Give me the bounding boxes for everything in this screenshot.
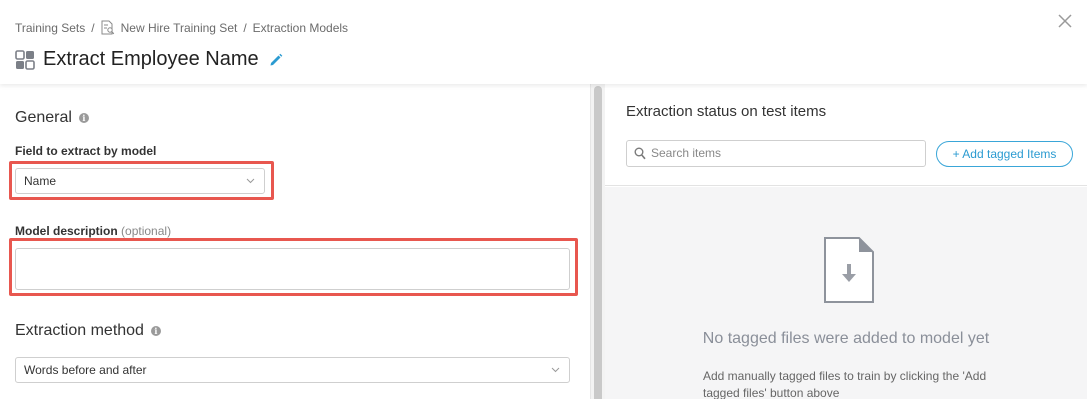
- file-download-icon: [824, 237, 874, 303]
- model-icon: [15, 49, 35, 70]
- search-placeholder: Search items: [651, 146, 722, 160]
- info-icon[interactable]: i: [150, 326, 161, 336]
- empty-state-description: Add manually tagged files to train by cl…: [703, 369, 987, 399]
- field-to-extract-label: Field to extract by model: [15, 144, 157, 158]
- info-icon[interactable]: i: [78, 113, 89, 123]
- close-icon[interactable]: [1057, 13, 1073, 29]
- search-input[interactable]: Search items: [626, 140, 926, 167]
- pencil-icon[interactable]: [268, 52, 284, 68]
- model-description-input[interactable]: [15, 248, 570, 290]
- search-icon: [634, 147, 646, 160]
- extraction-method-value: Words before and after: [24, 363, 147, 377]
- model-description-label-text: Model description: [15, 224, 118, 238]
- scrollbar[interactable]: [590, 84, 605, 399]
- field-select[interactable]: Name: [15, 168, 265, 194]
- breadcrumb-separator: /: [91, 20, 95, 35]
- scrollbar-thumb[interactable]: [594, 86, 602, 399]
- extraction-status-toolbar: Extraction status on test items Search i…: [605, 84, 1087, 186]
- extraction-method-section-title: Extraction method i: [15, 322, 161, 340]
- extraction-method-select[interactable]: Words before and after: [15, 357, 570, 383]
- chevron-down-icon: [551, 367, 560, 373]
- empty-state-title: No tagged files were added to model yet: [702, 330, 990, 347]
- empty-state: No tagged files were added to model yet …: [605, 187, 1087, 399]
- optional-hint: (optional): [121, 224, 172, 238]
- extraction-status-panel: Extraction status on test items Search i…: [605, 84, 1087, 399]
- field-select-value: Name: [24, 174, 57, 188]
- extraction-method-title: Extraction method: [15, 322, 144, 339]
- breadcrumb-separator: /: [243, 20, 247, 35]
- page-header: Training Sets / New Hire Training Set / …: [0, 0, 1087, 84]
- add-tagged-items-button[interactable]: + Add tagged Items: [936, 141, 1073, 167]
- model-description-label: Model description (optional): [15, 224, 171, 238]
- general-title: General: [15, 109, 72, 126]
- settings-panel: General i Field to extract by model Name…: [0, 84, 590, 399]
- breadcrumb-extraction-models[interactable]: Extraction Models: [253, 21, 348, 35]
- page-title: Extract Employee Name: [43, 48, 259, 70]
- doc-search-icon: [101, 20, 114, 35]
- breadcrumb: Training Sets / New Hire Training Set / …: [15, 20, 348, 35]
- extraction-status-title: Extraction status on test items: [626, 103, 827, 120]
- breadcrumb-new-hire-training-set[interactable]: New Hire Training Set: [121, 21, 238, 35]
- breadcrumb-training-sets[interactable]: Training Sets: [15, 21, 85, 35]
- title-row: Extract Employee Name: [15, 48, 284, 71]
- chevron-down-icon: [246, 178, 255, 184]
- general-section-title: General i: [15, 109, 89, 127]
